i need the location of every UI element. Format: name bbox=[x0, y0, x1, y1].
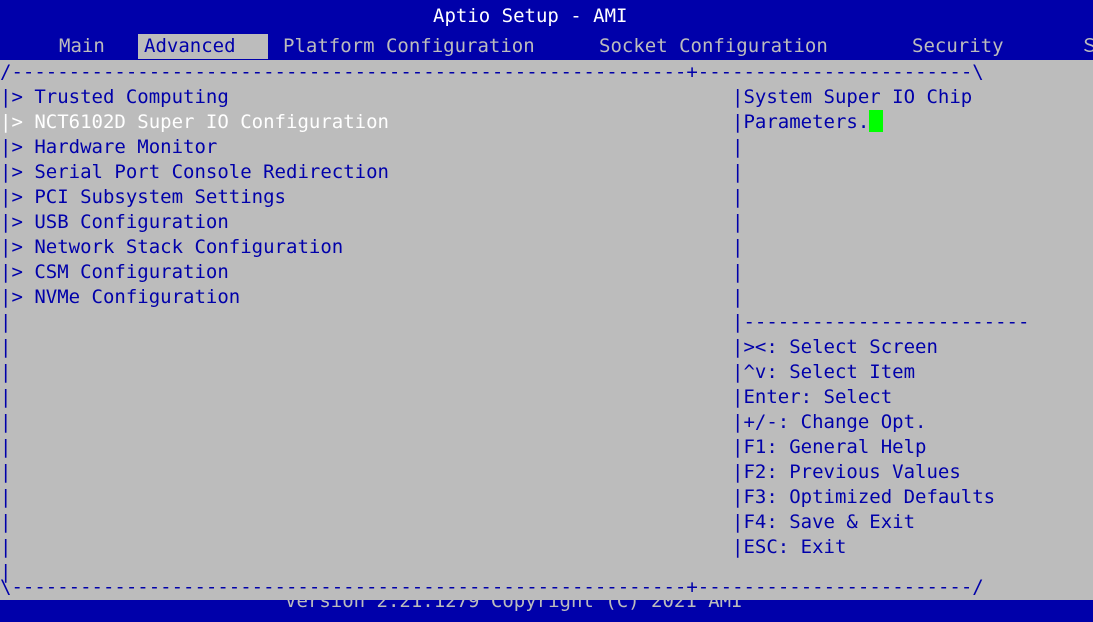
menu-item-label: NVMe Configuration bbox=[34, 286, 241, 308]
key-hint-text: ><: Select Screen bbox=[743, 336, 938, 358]
key-hint-text: Enter: Select bbox=[743, 386, 893, 408]
bios-screen: Aptio Setup - AMI Main Advanced Platform… bbox=[0, 0, 1093, 622]
key-hint: |Enter: Select bbox=[732, 385, 892, 410]
menu-item-nct6102d-super-io-configuration[interactable]: |> NCT6102D Super IO Configuration bbox=[0, 110, 389, 135]
submenu-arrow: |> bbox=[0, 86, 23, 108]
submenu-arrow: |> bbox=[0, 261, 23, 283]
menu-item-label: NCT6102D Super IO Configuration bbox=[34, 111, 389, 133]
frame-top-border: /---------------------------------------… bbox=[0, 61, 984, 83]
middle-border-segment: | bbox=[732, 186, 744, 208]
text-cursor bbox=[869, 110, 884, 132]
tab-platform-configuration[interactable]: Platform Configuration bbox=[283, 34, 535, 59]
key-hint: |+/-: Change Opt. bbox=[732, 410, 926, 435]
key-hint-text: ESC: Exit bbox=[743, 536, 847, 558]
middle-border-segment: | bbox=[732, 536, 744, 558]
menu-item-label: Serial Port Console Redirection bbox=[34, 161, 389, 183]
help-line-1: |System Super IO Chip bbox=[732, 86, 973, 108]
menu-item-label: USB Configuration bbox=[34, 211, 229, 233]
key-hint: |F2: Previous Values bbox=[732, 460, 961, 485]
key-hint: |F1: General Help bbox=[732, 435, 926, 460]
tab-advanced[interactable]: Advanced bbox=[138, 34, 268, 59]
menu-item-pci-subsystem-settings[interactable]: |> PCI Subsystem Settings bbox=[0, 185, 286, 210]
key-hint-text: ^v: Select Item bbox=[743, 361, 916, 383]
submenu-arrow: |> bbox=[0, 136, 23, 158]
menu-item-label: Trusted Computing bbox=[34, 86, 229, 108]
version-text: Version 2.21.1279 Copyright (C) 2021 AMI bbox=[285, 590, 743, 612]
key-hint: |><: Select Screen bbox=[732, 335, 938, 360]
left-border-segment: | bbox=[0, 311, 12, 333]
tab-socket-configuration[interactable]: Socket Configuration bbox=[599, 34, 828, 59]
submenu-arrow: |> bbox=[0, 286, 23, 308]
middle-border-segment: | bbox=[732, 511, 744, 533]
tab-security[interactable]: Security bbox=[912, 34, 1004, 59]
submenu-arrow: |> bbox=[0, 111, 23, 133]
key-hint-text: F1: General Help bbox=[743, 436, 927, 458]
middle-border-segment: | bbox=[732, 236, 744, 258]
middle-border-segment: | bbox=[732, 386, 744, 408]
menu-item-csm-configuration[interactable]: |> CSM Configuration bbox=[0, 260, 229, 285]
middle-border-segment: | bbox=[732, 436, 744, 458]
middle-border-segment: | bbox=[732, 486, 744, 508]
middle-border-segment: | bbox=[732, 411, 744, 433]
middle-border-segment: | bbox=[732, 136, 744, 158]
key-hint: |^v: Select Item bbox=[732, 360, 915, 385]
menu-item-nvme-configuration[interactable]: |> NVMe Configuration bbox=[0, 285, 240, 310]
menu-item-label: Network Stack Configuration bbox=[34, 236, 344, 258]
submenu-arrow: |> bbox=[0, 161, 23, 183]
middle-border-segment: | bbox=[732, 161, 744, 183]
key-hint-text: F2: Previous Values bbox=[743, 461, 961, 483]
left-border-segment: | bbox=[0, 486, 12, 508]
middle-border-segment: | bbox=[732, 261, 744, 283]
left-border-segment: | bbox=[0, 511, 12, 533]
key-hint: |ESC: Exit bbox=[732, 535, 846, 560]
middle-border-segment: | bbox=[732, 211, 744, 233]
left-border-segment: | bbox=[0, 461, 12, 483]
key-hint: |F3: Optimized Defaults bbox=[732, 485, 995, 510]
middle-border-segment: | bbox=[732, 461, 744, 483]
middle-border-segment: | bbox=[732, 286, 744, 308]
submenu-arrow: |> bbox=[0, 186, 23, 208]
menu-item-serial-port-console-redirection[interactable]: |> Serial Port Console Redirection bbox=[0, 160, 389, 185]
left-border-segment: | bbox=[0, 386, 12, 408]
key-hint-text: F3: Optimized Defaults bbox=[743, 486, 996, 508]
key-hint-text: F4: Save & Exit bbox=[743, 511, 916, 533]
left-border-segment: | bbox=[0, 336, 12, 358]
tab-overflow-indicator[interactable]: Ｓ bbox=[1080, 34, 1093, 59]
middle-border-segment: | bbox=[732, 336, 744, 358]
tab-main[interactable]: Main bbox=[59, 34, 105, 59]
help-divider: |------------------------- bbox=[732, 311, 1030, 333]
submenu-arrow: |> bbox=[0, 211, 23, 233]
left-border-segment: | bbox=[0, 361, 12, 383]
key-hint: |F4: Save & Exit bbox=[732, 510, 915, 535]
menu-item-label: CSM Configuration bbox=[34, 261, 229, 283]
submenu-arrow: |> bbox=[0, 236, 23, 258]
left-border-segment: | bbox=[0, 536, 12, 558]
left-border-segment: | bbox=[0, 411, 12, 433]
menu-item-label: Hardware Monitor bbox=[34, 136, 218, 158]
menu-item-usb-configuration[interactable]: |> USB Configuration bbox=[0, 210, 229, 235]
menu-item-hardware-monitor[interactable]: |> Hardware Monitor bbox=[0, 135, 217, 160]
middle-border-segment: | bbox=[732, 361, 744, 383]
menu-item-network-stack-configuration[interactable]: |> Network Stack Configuration bbox=[0, 235, 343, 260]
menu-item-trusted-computing[interactable]: |> Trusted Computing bbox=[0, 85, 229, 110]
setup-title: Aptio Setup - AMI bbox=[433, 5, 628, 27]
left-border-segment: | bbox=[0, 436, 12, 458]
key-hint-text: +/-: Change Opt. bbox=[743, 411, 927, 433]
help-line-2: |Parameters. bbox=[732, 110, 884, 135]
menu-item-label: PCI Subsystem Settings bbox=[34, 186, 287, 208]
